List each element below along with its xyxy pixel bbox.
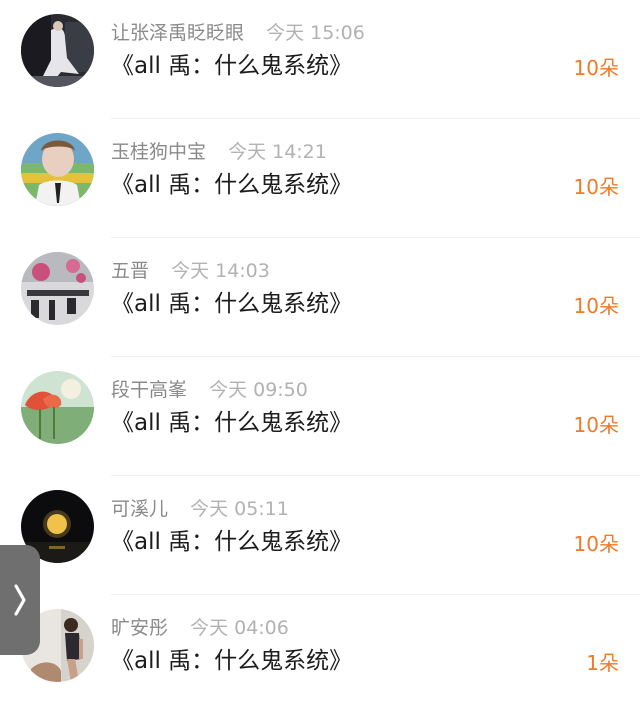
list-item[interactable]: 段干高峯 今天 09:50 《all 禹：什么鬼系统》 10朵 — [0, 357, 640, 476]
user-name[interactable]: 玉桂狗中宝 — [111, 141, 206, 163]
avatar[interactable] — [21, 14, 94, 87]
list-item[interactable]: 旷安彤 今天 04:06 《all 禹：什么鬼系统》 1朵 — [0, 595, 640, 714]
avatar[interactable] — [21, 371, 94, 444]
chevron-right-icon — [14, 584, 26, 616]
flower-count: 1朵 — [586, 651, 619, 675]
timestamp: 今天 15:06 — [266, 22, 365, 44]
timestamp: 今天 04:06 — [190, 617, 289, 639]
timestamp: 今天 09:50 — [209, 379, 308, 401]
list-item[interactable]: 五晋 今天 14:03 《all 禹：什么鬼系统》 10朵 — [0, 238, 640, 357]
list-item[interactable]: 玉桂狗中宝 今天 14:21 《all 禹：什么鬼系统》 10朵 — [0, 119, 640, 238]
flower-count: 10朵 — [573, 532, 619, 556]
user-name[interactable]: 段干高峯 — [111, 379, 187, 401]
book-title[interactable]: 《all 禹：什么鬼系统》 — [111, 407, 352, 439]
flower-count: 10朵 — [573, 294, 619, 318]
book-title[interactable]: 《all 禹：什么鬼系统》 — [111, 169, 352, 201]
list-item[interactable]: 可溪儿 今天 05:11 《all 禹：什么鬼系统》 10朵 — [0, 476, 640, 595]
user-name[interactable]: 让张泽禹眨眨眼 — [111, 22, 244, 44]
flower-count: 10朵 — [573, 175, 619, 199]
book-title[interactable]: 《all 禹：什么鬼系统》 — [111, 288, 352, 320]
list-item[interactable]: 让张泽禹眨眨眼 今天 15:06 《all 禹：什么鬼系统》 10朵 — [0, 0, 640, 119]
flower-count: 10朵 — [573, 56, 619, 80]
user-name[interactable]: 五晋 — [111, 260, 149, 282]
book-title[interactable]: 《all 禹：什么鬼系统》 — [111, 645, 352, 677]
timestamp: 今天 14:21 — [228, 141, 327, 163]
avatar[interactable] — [21, 252, 94, 325]
gift-list: 让张泽禹眨眨眼 今天 15:06 《all 禹：什么鬼系统》 10朵 玉桂狗中宝… — [0, 0, 640, 697]
book-title[interactable]: 《all 禹：什么鬼系统》 — [111, 50, 352, 82]
timestamp: 今天 05:11 — [190, 498, 289, 520]
user-name[interactable]: 旷安彤 — [111, 617, 168, 639]
avatar[interactable] — [21, 133, 94, 206]
book-title[interactable]: 《all 禹：什么鬼系统》 — [111, 526, 352, 558]
side-drawer-handle[interactable] — [0, 545, 40, 655]
timestamp: 今天 14:03 — [171, 260, 270, 282]
flower-count: 10朵 — [573, 413, 619, 437]
user-name[interactable]: 可溪儿 — [111, 498, 168, 520]
